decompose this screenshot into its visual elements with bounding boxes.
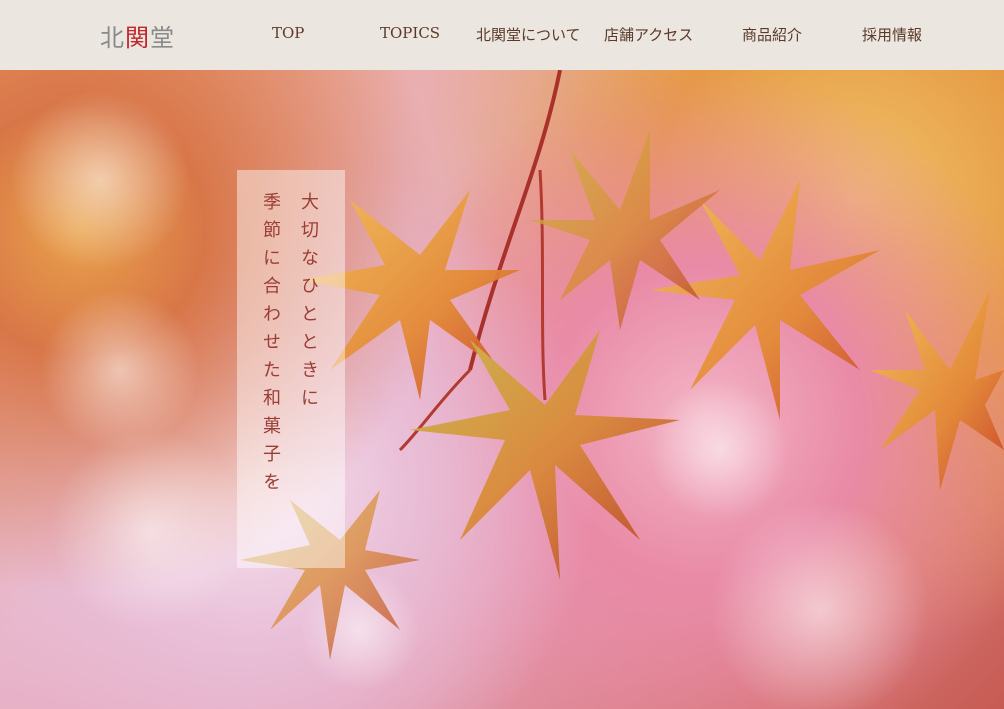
nav-top[interactable]: TOP [272, 24, 304, 42]
nav-access[interactable]: 店舗アクセス [604, 24, 693, 45]
nav-products[interactable]: 商品紹介 [742, 24, 802, 45]
nav-recruit[interactable]: 採用情報 [862, 24, 922, 45]
logo-char-2: 関 [125, 24, 150, 52]
nav-about[interactable]: 北関堂について [476, 24, 581, 45]
hero-caption-box: 大切なひとときに 季節に合わせた和菓子を [237, 170, 345, 568]
logo-char-3: 堂 [150, 24, 175, 52]
site-header: 北関堂 TOP TOPICS 北関堂について 店舗アクセス 商品紹介 採用情報 [0, 0, 1004, 70]
main-nav: TOP TOPICS 北関堂について 店舗アクセス 商品紹介 採用情報 [230, 0, 970, 70]
hero-image: 大切なひとときに 季節に合わせた和菓子を [0, 70, 1004, 709]
maple-leaves-illustration [10, 70, 1004, 709]
site-logo[interactable]: 北関堂 [100, 18, 175, 53]
nav-topics[interactable]: TOPICS [380, 24, 440, 42]
hero-caption-line-2: 季節に合わせた和菓子を [260, 192, 281, 500]
hero-caption-line-1: 大切なひとときに [298, 192, 319, 416]
logo-char-1: 北 [100, 24, 125, 52]
